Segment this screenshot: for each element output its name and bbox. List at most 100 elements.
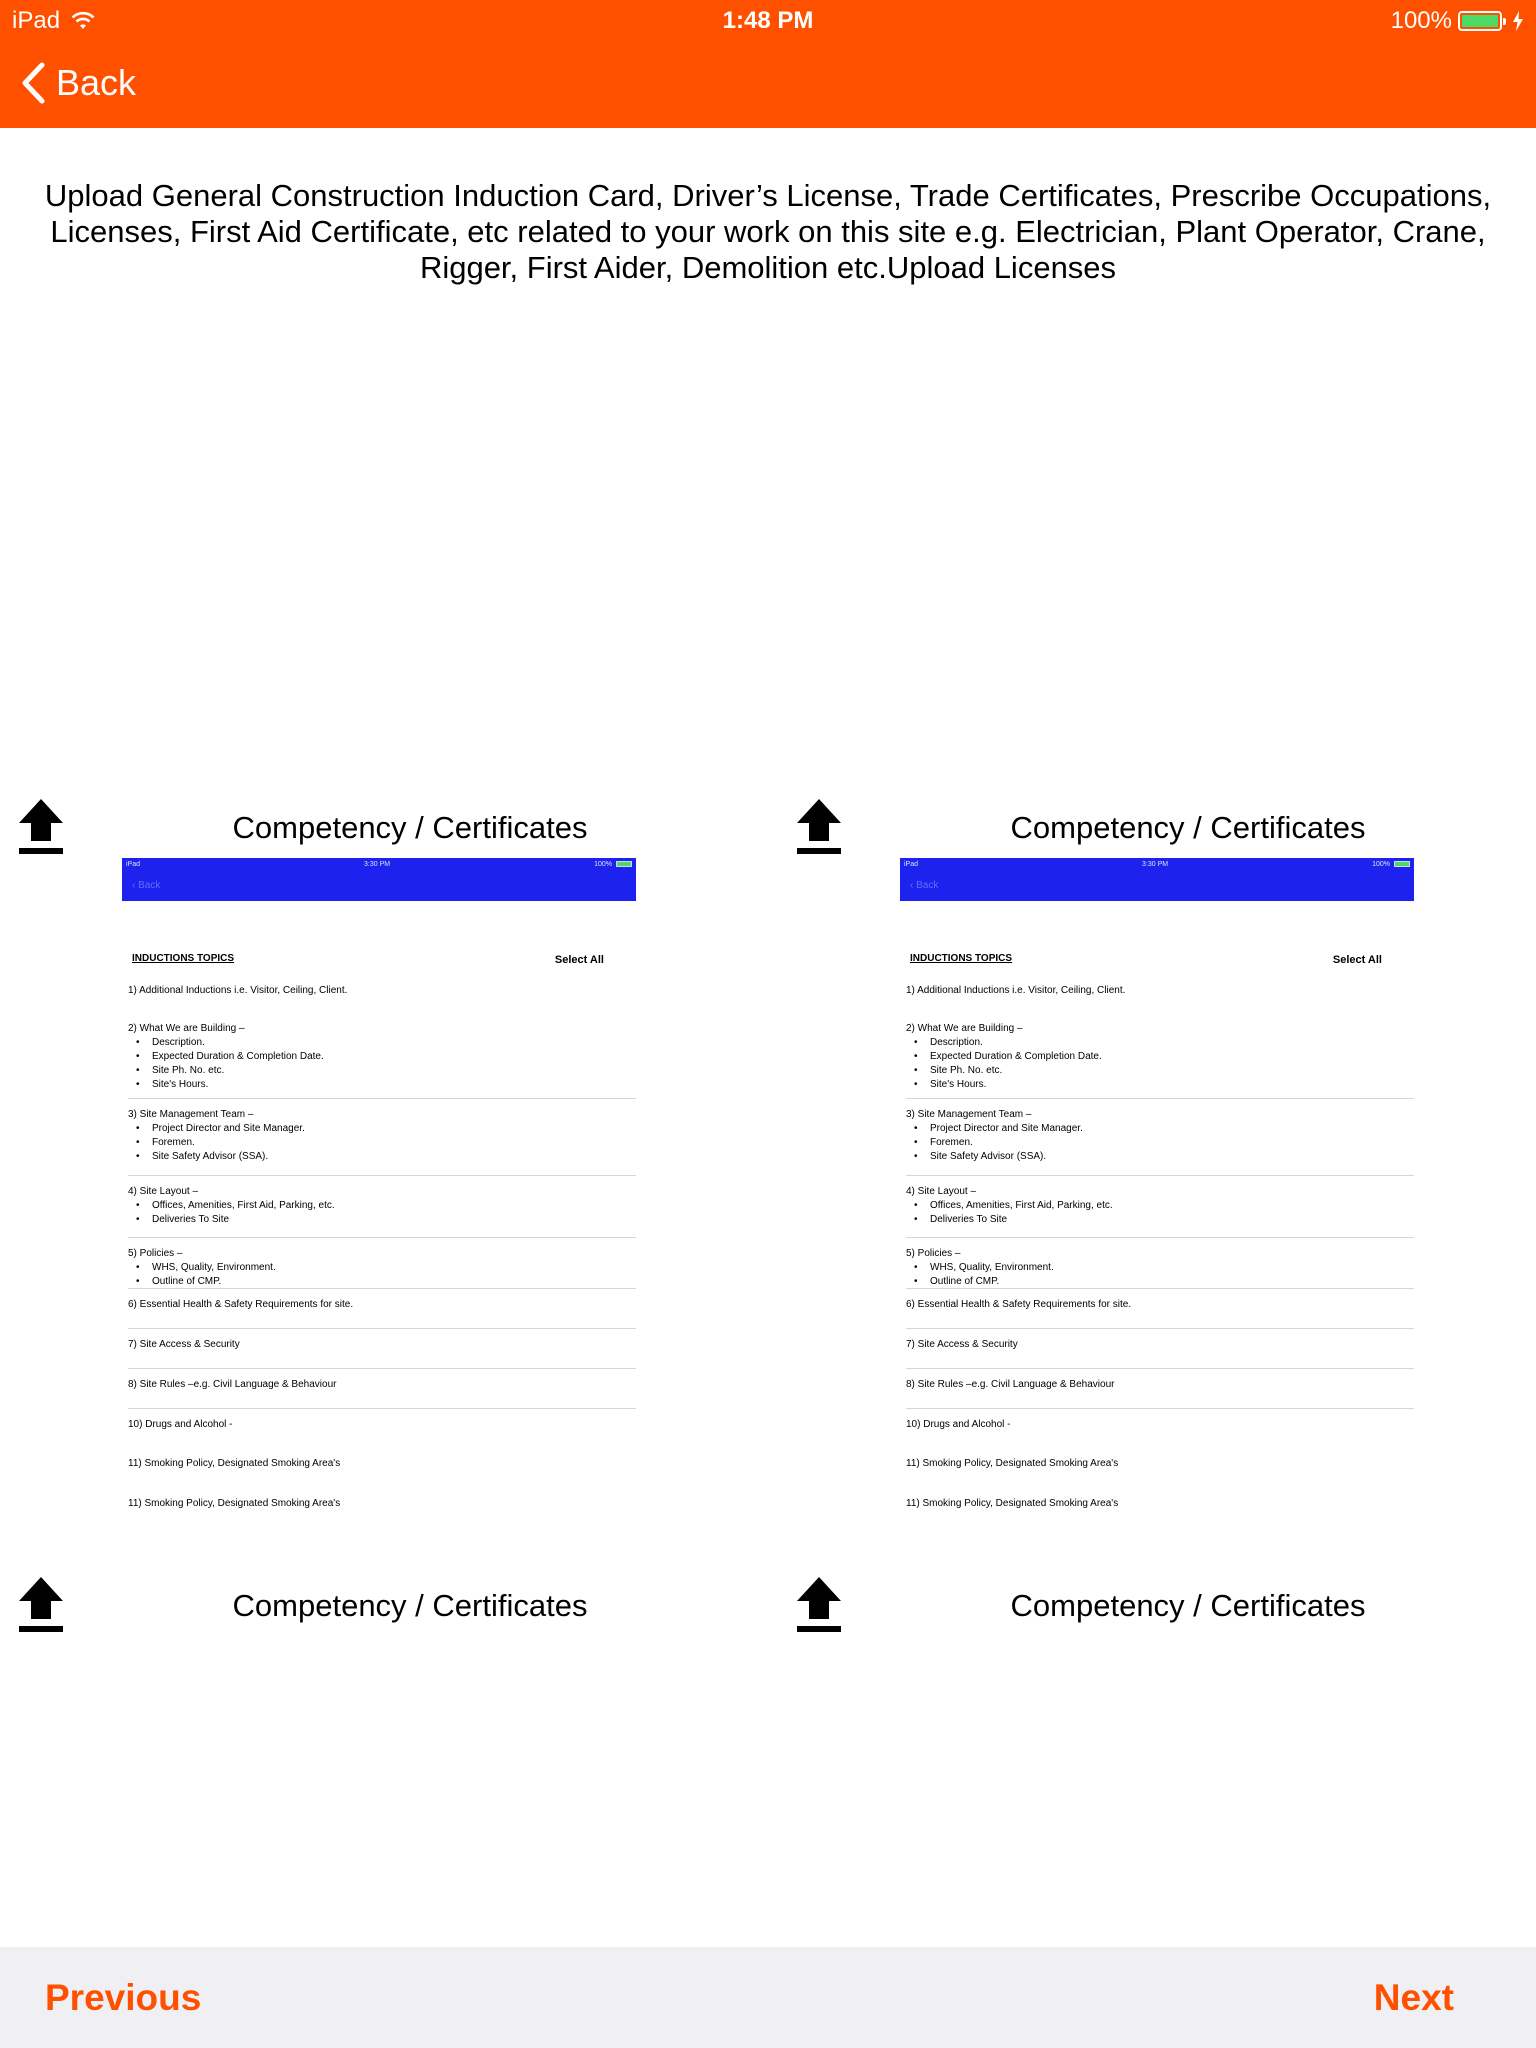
- thumbnail-divider: [128, 1175, 636, 1176]
- back-button[interactable]: Back: [20, 58, 136, 108]
- thumbnail-battery-icon: [1394, 861, 1410, 867]
- certificate-thumbnail[interactable]: iPad 3:30 PM 100% ‹ Back INDUCTIONS TOPI…: [122, 858, 636, 1538]
- bottom-navigation-bar: Previous Next: [0, 1947, 1536, 2048]
- upload-title: Competency / Certificates: [232, 1588, 588, 1623]
- thumbnail-divider: [128, 1328, 636, 1329]
- thumbnail-topic-subitem: Deliveries To Site: [906, 1213, 1406, 1227]
- thumbnail-topic-item: 11) Smoking Policy, Designated Smoking A…: [906, 1457, 1406, 1471]
- thumbnail-topic-title: 7) Site Access & Security: [906, 1339, 1018, 1350]
- thumbnail-topic-item: 6) Essential Health & Safety Requirement…: [906, 1298, 1406, 1312]
- thumbnail-topic-item: 11) Smoking Policy, Designated Smoking A…: [906, 1497, 1406, 1511]
- thumbnail-topic-subitem: Expected Duration & Completion Date.: [906, 1050, 1406, 1064]
- thumbnail-divider: [906, 1328, 1414, 1329]
- thumbnail-topic-item: 8) Site Rules –e.g. Civil Language & Beh…: [906, 1378, 1406, 1392]
- thumbnail-divider: [128, 1098, 636, 1099]
- thumbnail-topic-title: 7) Site Access & Security: [128, 1339, 240, 1350]
- thumbnail-time: 3:30 PM: [364, 861, 391, 868]
- thumbnail-topic-title: 2) What We are Building –: [906, 1023, 1023, 1034]
- thumbnail-topic-item: 11) Smoking Policy, Designated Smoking A…: [128, 1497, 628, 1511]
- thumbnail-topic-title: 5) Policies –: [906, 1248, 961, 1259]
- thumbnail-divider: [128, 1237, 636, 1238]
- upload-icon[interactable]: [16, 797, 66, 857]
- thumbnail-topic-title: 11) Smoking Policy, Designated Smoking A…: [128, 1498, 341, 1509]
- thumbnail-topic-title: 4) Site Layout –: [906, 1186, 977, 1197]
- upload-title: Competency / Certificates: [1010, 1588, 1366, 1623]
- thumbnail-topic-item: 5) Policies – WHS, Quality, Environment.O…: [128, 1247, 628, 1289]
- thumbnail-topic-subitem: Description.: [906, 1036, 1406, 1050]
- thumbnail-nav-bar: iPad 3:30 PM 100% ‹ Back: [122, 858, 636, 901]
- thumbnail-topic-subitem: Site's Hours.: [128, 1078, 628, 1092]
- thumbnail-header: INDUCTIONS TOPICS: [910, 953, 1013, 964]
- thumbnail-topic-subitem: Expected Duration & Completion Date.: [128, 1050, 628, 1064]
- thumbnail-divider: [906, 1408, 1414, 1409]
- thumbnail-topic-title: 6) Essential Health & Safety Requirement…: [906, 1299, 1132, 1310]
- upload-title: Competency / Certificates: [1010, 810, 1366, 845]
- thumbnail-topic-subitem: Foremen.: [128, 1136, 628, 1150]
- thumbnail-back-label: ‹ Back: [132, 880, 161, 891]
- thumbnail-time: 3:30 PM: [1142, 861, 1169, 868]
- thumbnail-topic-item: 7) Site Access & Security: [128, 1338, 628, 1352]
- thumbnail-topic-item: 3) Site Management Team – Project Directo…: [906, 1108, 1406, 1164]
- thumbnail-topic-subitem: Outline of CMP.: [128, 1275, 628, 1289]
- thumbnail-topic-item: 10) Drugs and Alcohol -: [128, 1418, 628, 1432]
- back-label: Back: [56, 62, 137, 103]
- thumbnail-topic-title: 11) Smoking Policy, Designated Smoking A…: [906, 1458, 1119, 1469]
- thumbnail-divider: [128, 1408, 636, 1409]
- thumbnail-topic-item: 2) What We are Building – Description.Exp…: [128, 1022, 628, 1092]
- thumbnail-divider: [906, 1098, 1414, 1099]
- thumbnail-topic-title: 10) Drugs and Alcohol -: [128, 1419, 233, 1430]
- thumbnail-topic-subitem: Project Director and Site Manager.: [128, 1122, 628, 1136]
- certificate-thumbnail[interactable]: iPad 3:30 PM 100% ‹ Back INDUCTIONS TOPI…: [900, 858, 1414, 1538]
- thumbnail-topic-subitem: Deliveries To Site: [128, 1213, 628, 1227]
- thumbnail-device-label: iPad: [904, 861, 919, 868]
- thumbnail-topic-subitem: WHS, Quality, Environment.: [906, 1261, 1406, 1275]
- thumbnail-topic-title: 3) Site Management Team –: [906, 1109, 1032, 1120]
- thumbnail-battery: 100%: [594, 861, 612, 868]
- thumbnail-topic-title: 1) Additional Inductions i.e. Visitor, C…: [128, 985, 348, 996]
- thumbnail-battery: 100%: [1372, 861, 1390, 868]
- thumbnail-topic-item: 2) What We are Building – Description.Exp…: [906, 1022, 1406, 1092]
- thumbnail-topic-subitem: Project Director and Site Manager.: [906, 1122, 1406, 1136]
- thumbnail-topic-item: 11) Smoking Policy, Designated Smoking A…: [128, 1457, 628, 1471]
- thumbnail-topic-subitem: Site Ph. No. etc.: [906, 1064, 1406, 1078]
- thumbnail-divider: [906, 1288, 1414, 1289]
- thumbnail-topic-subitem: Offices, Amenities, First Aid, Parking, …: [906, 1199, 1406, 1213]
- thumbnail-topic-item: 3) Site Management Team – Project Directo…: [128, 1108, 628, 1164]
- thumbnail-divider: [128, 1368, 636, 1369]
- thumbnail-topic-subitem: Foremen.: [906, 1136, 1406, 1150]
- upload-icon[interactable]: [794, 797, 844, 857]
- thumbnail-topic-title: 5) Policies –: [128, 1248, 183, 1259]
- thumbnail-select-all: Select All: [1332, 954, 1382, 966]
- thumbnail-battery-icon: [616, 861, 632, 867]
- thumbnail-topic-title: 3) Site Management Team –: [128, 1109, 254, 1120]
- thumbnail-topic-subitem: Site Safety Advisor (SSA).: [906, 1150, 1406, 1164]
- upload-icon[interactable]: [16, 1575, 66, 1635]
- thumbnail-topic-item: 5) Policies – WHS, Quality, Environment.O…: [906, 1247, 1406, 1289]
- next-button[interactable]: Next: [1374, 1977, 1454, 2019]
- thumbnail-topic-item: 1) Additional Inductions i.e. Visitor, C…: [906, 984, 1406, 998]
- thumbnail-back-label: ‹ Back: [910, 880, 939, 891]
- thumbnail-device-label: iPad: [126, 861, 141, 868]
- thumbnail-topic-item: 8) Site Rules –e.g. Civil Language & Beh…: [128, 1378, 628, 1392]
- thumbnail-topic-item: 10) Drugs and Alcohol -: [906, 1418, 1406, 1432]
- status-time: 1:48 PM: [722, 7, 814, 34]
- upload-icon[interactable]: [794, 1575, 844, 1635]
- battery-percent: 100%: [1390, 7, 1452, 34]
- thumbnail-divider: [906, 1368, 1414, 1369]
- status-bar-right: 100%: [1391, 6, 1524, 36]
- thumbnail-nav-bar: iPad 3:30 PM 100% ‹ Back: [900, 858, 1414, 901]
- thumbnail-select-all: Select All: [554, 954, 604, 966]
- thumbnail-topic-title: 1) Additional Inductions i.e. Visitor, C…: [906, 985, 1126, 996]
- previous-button[interactable]: Previous: [45, 1977, 201, 2019]
- thumbnail-topic-subitem: Site Safety Advisor (SSA).: [128, 1150, 628, 1164]
- thumbnail-topic-subitem: Offices, Amenities, First Aid, Parking, …: [128, 1199, 628, 1213]
- thumbnail-header: INDUCTIONS TOPICS: [132, 953, 235, 964]
- upload-title: Competency / Certificates: [232, 810, 588, 845]
- chevron-left-icon: [22, 62, 45, 104]
- thumbnail-divider: [906, 1237, 1414, 1238]
- thumbnail-divider: [128, 1288, 636, 1289]
- thumbnail-topic-item: 1) Additional Inductions i.e. Visitor, C…: [128, 984, 628, 998]
- charging-bolt-icon: [1513, 11, 1523, 31]
- thumbnail-topic-item: 7) Site Access & Security: [906, 1338, 1406, 1352]
- thumbnail-topic-item: 4) Site Layout – Offices, Amenities, Firs…: [906, 1185, 1406, 1227]
